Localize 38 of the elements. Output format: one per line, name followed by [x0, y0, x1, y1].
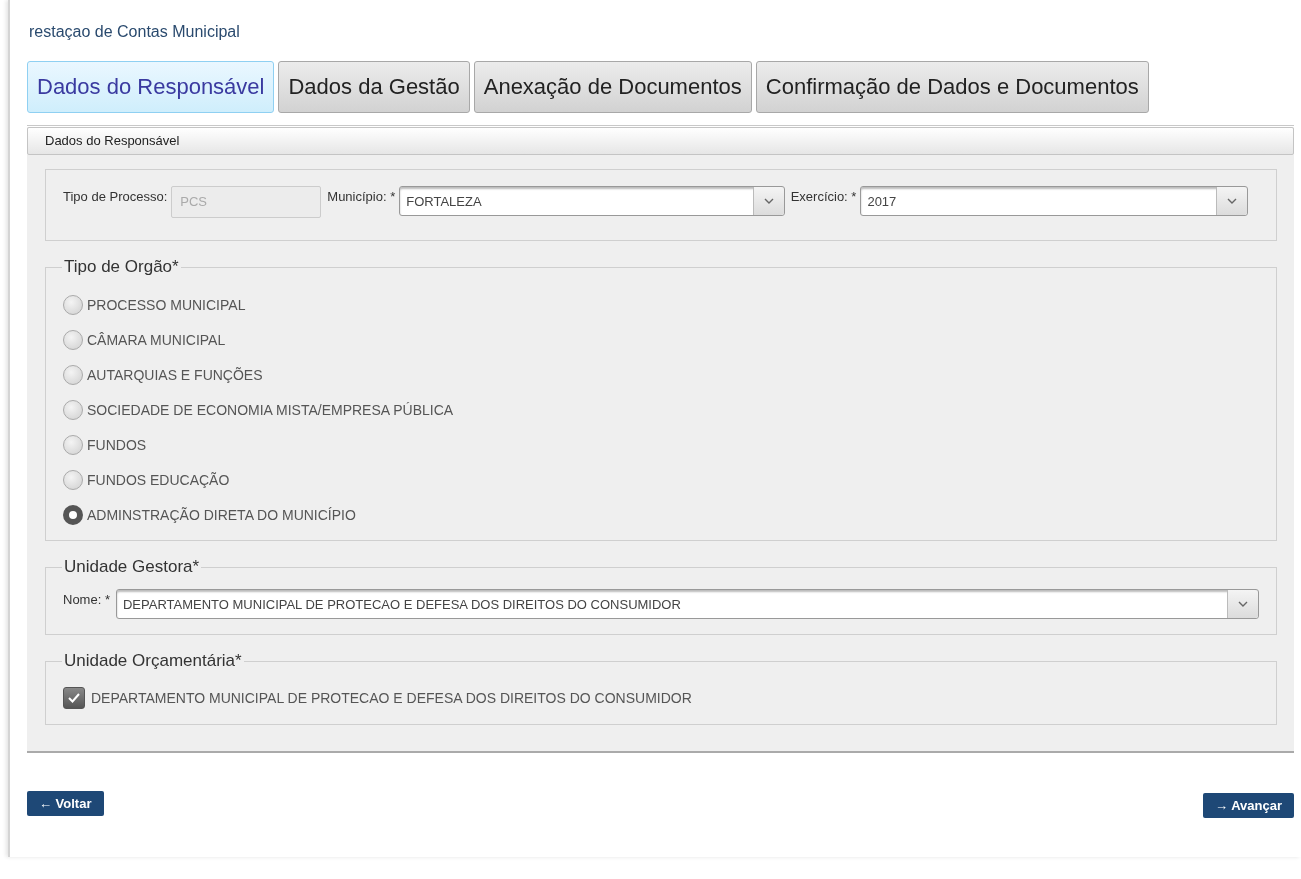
chevron-down-icon	[763, 198, 774, 204]
dropdown[interactable]: 2017	[860, 186, 1248, 216]
check-icon	[67, 692, 81, 704]
checkbox[interactable]	[63, 687, 85, 709]
field-label: Município: *	[327, 188, 396, 204]
chevron-down-icon	[1227, 198, 1237, 204]
radio-label: ADMINSTRAÇÃO DIRETA DO MUNICÍPIO	[87, 507, 356, 523]
tab[interactable]: Anexação de Documentos	[473, 61, 752, 113]
fieldset-legend: Unidade Gestora*	[62, 557, 202, 577]
dropdown[interactable]: DEPARTAMENTO MUNICIPAL DE PROTECAO E DEFESA DOS DIREITOS DO CONSUMIDOR	[115, 589, 1259, 619]
chevron-down-icon	[1238, 601, 1248, 607]
radio-label: CÂMARA MUNICIPAL	[87, 332, 226, 348]
radio-label: PROCESSO MUNICIPAL	[87, 297, 246, 313]
field-label: Tipo de Processo:	[63, 188, 168, 204]
checkbox-label: DEPARTAMENTO MUNICIPAL DE PROTECAO E DEFESA DOS DIREITOS DO CONSUMIDOR	[91, 690, 692, 706]
tab[interactable]: Confirmação de Dados e Documentos	[755, 61, 1149, 113]
fieldset-legend: Tipo de Orgão*	[62, 257, 181, 277]
radio-label: SOCIEDADE DE ECONOMIA MISTA/EMPRESA PÚBLICA	[87, 402, 454, 418]
field-label: Exercício: *	[790, 188, 857, 204]
radio-button[interactable]	[63, 470, 83, 490]
dropdown[interactable]: FORTALEZA	[399, 186, 785, 216]
field-label: Nome: *	[63, 591, 110, 607]
panel-header: Dados do Responsável	[27, 127, 1294, 155]
radio-button[interactable]	[63, 400, 83, 420]
radio-button[interactable]	[63, 505, 83, 525]
radio-label: AUTARQUIAS E FUNÇÕES	[87, 367, 263, 383]
radio-label: FUNDOS EDUCAÇÃO	[87, 472, 230, 488]
back-button[interactable]: ← Voltar	[27, 791, 104, 816]
next-button[interactable]: → Avançar	[1203, 793, 1294, 818]
page-title: restaçao de Contas Municipal	[29, 22, 241, 42]
tab[interactable]: Dados da Gestão	[278, 61, 470, 113]
radio-button[interactable]	[63, 295, 83, 315]
fieldset-legend: Unidade Orçamentária*	[62, 651, 244, 671]
radio-button[interactable]	[63, 365, 83, 385]
tab[interactable]: Dados do Responsável	[27, 61, 275, 113]
radio-button[interactable]	[63, 435, 83, 455]
radio-label: FUNDOS	[87, 437, 147, 453]
radio-button[interactable]	[63, 330, 83, 350]
